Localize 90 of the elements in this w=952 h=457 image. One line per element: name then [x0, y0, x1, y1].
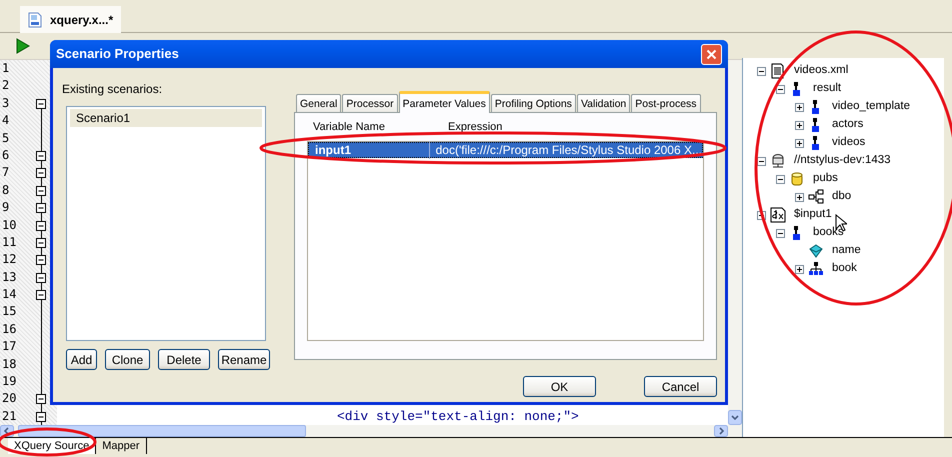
node-group-icon	[808, 261, 824, 277]
list-item[interactable]: Scenario1	[70, 109, 262, 127]
line-number: 3	[1, 94, 10, 112]
server-icon	[770, 153, 786, 169]
fold-icon[interactable]	[36, 238, 47, 249]
fold-icon[interactable]	[36, 290, 47, 302]
dialog-tab[interactable]: Post-process	[631, 94, 701, 112]
expand-toggle-icon[interactable]	[776, 228, 785, 238]
expand-toggle-icon[interactable]	[776, 84, 785, 94]
tree-item[interactable]: actors	[832, 116, 864, 134]
expand-toggle-icon[interactable]	[795, 264, 804, 274]
line-number: 5	[1, 130, 10, 147]
tree-item[interactable]: books	[813, 224, 844, 242]
document-icon	[770, 63, 786, 79]
file-icon	[28, 12, 42, 28]
line-number: 15	[1, 303, 18, 320]
line-number: 11	[1, 234, 18, 251]
line-number: 16	[1, 320, 18, 338]
expand-toggle-icon[interactable]	[757, 156, 766, 166]
line-number: 9	[1, 199, 10, 216]
run-icon[interactable]	[16, 38, 30, 54]
table-row[interactable]: input1 doc('file:///c:/Program Files/Stylus Studio 2006 X...	[308, 142, 703, 158]
tree-item[interactable]: name	[832, 242, 861, 260]
fold-icon[interactable]	[36, 394, 47, 406]
fold-icon[interactable]	[36, 186, 47, 197]
expand-toggle-icon[interactable]	[795, 192, 804, 202]
scroll-down-icon[interactable]	[728, 410, 742, 425]
line-number: 12	[1, 251, 18, 268]
dialog-button[interactable]: OK	[523, 376, 596, 397]
tree-item[interactable]: videos.xml	[794, 62, 848, 80]
scenario-button[interactable]: Clone	[105, 349, 150, 370]
scenario-button[interactable]: Delete	[158, 349, 210, 370]
fold-icon[interactable]	[36, 272, 47, 284]
scenario-button[interactable]: Rename	[218, 349, 270, 370]
fold-icon[interactable]	[36, 150, 47, 162]
expand-toggle-icon[interactable]	[795, 138, 804, 148]
line-number: 1	[1, 60, 10, 77]
line-number: 4	[1, 112, 10, 130]
fold-icon[interactable]	[36, 203, 47, 214]
variable-icon	[770, 207, 786, 223]
fold-icon[interactable]	[36, 255, 47, 266]
line-number: 18	[1, 356, 18, 373]
column-header: Variable Name	[312, 120, 386, 135]
line-number: 2	[1, 77, 10, 94]
tree-item[interactable]: book	[832, 260, 857, 278]
database-icon	[789, 171, 805, 187]
tree-item[interactable]: pubs	[813, 170, 838, 188]
fold-icon[interactable]	[36, 412, 47, 423]
dialog-button[interactable]: Cancel	[644, 376, 717, 397]
line-number: 19	[1, 373, 18, 390]
bottom-tab[interactable]: Mapper	[96, 438, 146, 454]
tree-item[interactable]: videos	[832, 134, 866, 152]
expand-toggle-icon[interactable]	[795, 102, 804, 112]
line-number: 14	[1, 286, 18, 304]
attribute-icon	[808, 243, 824, 259]
dialog-tab[interactable]: Validation	[576, 94, 630, 112]
line-number: 8	[1, 182, 10, 199]
tree-item[interactable]: //ntstylus-dev:1433	[794, 152, 891, 170]
tree-item[interactable]: dbo	[832, 188, 852, 206]
line-number: 6	[1, 146, 10, 164]
expand-toggle-icon[interactable]	[795, 120, 804, 130]
line-number: 7	[1, 164, 10, 182]
line-number: 13	[1, 268, 18, 286]
fold-icon[interactable]	[36, 168, 47, 180]
code-line: <div style="text-align: none;">	[337, 408, 579, 425]
dialog-title: Scenario Properties	[56, 45, 179, 64]
dialog-tab[interactable]: Parameter Values	[398, 91, 490, 113]
dialog-tab[interactable]: General	[296, 94, 342, 112]
document-tab[interactable]: xquery.x...*	[20, 6, 122, 33]
line-number: 17	[1, 338, 18, 356]
tree-item[interactable]: video_template	[832, 98, 910, 116]
scrollbar-thumb[interactable]	[18, 425, 306, 437]
line-number: 10	[1, 216, 18, 234]
line-number: 20	[1, 390, 18, 408]
line-number: 21	[1, 408, 18, 425]
tree-item[interactable]: $input1	[794, 206, 832, 224]
dialog-tab[interactable]: Profiling Options	[490, 94, 576, 112]
fold-icon[interactable]	[36, 220, 47, 232]
close-icon[interactable]	[706, 48, 717, 60]
field-label: Existing scenarios:	[62, 81, 164, 98]
expand-toggle-icon[interactable]	[776, 174, 785, 184]
linked-boxes-icon	[808, 189, 824, 205]
tree-item[interactable]: result	[813, 80, 842, 98]
scroll-right-icon[interactable]	[714, 425, 728, 437]
fold-icon[interactable]	[36, 98, 47, 110]
column-header: Expression	[447, 120, 502, 135]
close-button[interactable]	[701, 44, 722, 64]
scenario-button[interactable]: Add	[66, 349, 97, 370]
expand-toggle-icon[interactable]	[757, 66, 766, 76]
dialog-tab[interactable]: Processor	[342, 94, 398, 112]
